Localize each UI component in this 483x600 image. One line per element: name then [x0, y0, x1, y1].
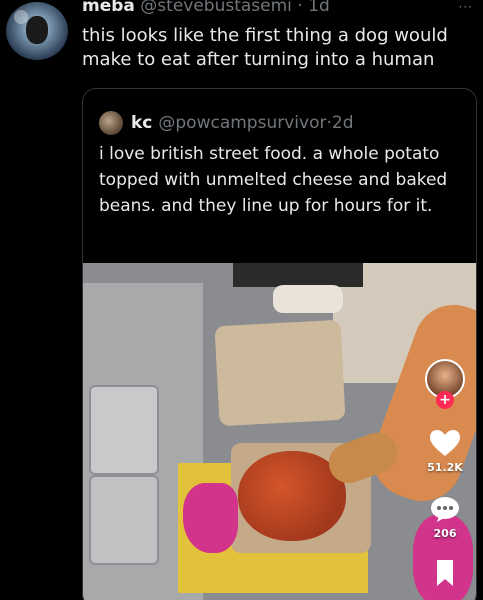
quote-author-handle[interactable]: @powcampsurvivor	[158, 113, 326, 133]
tweet: meba @stevebustasemi · 1d ··· this looks…	[0, 0, 483, 600]
media-shadow	[233, 263, 363, 287]
quote-avatar[interactable]	[99, 111, 123, 135]
tiktok-sidebar: + 51.2K 206	[419, 359, 476, 600]
bookmark-icon[interactable]	[429, 559, 461, 587]
quote-header: kc @powcampsurvivor · 2d	[99, 111, 353, 135]
tweet-text: this looks like the first thing a dog wo…	[82, 25, 448, 70]
timestamp[interactable]: 1d	[308, 0, 330, 16]
media-pink-glove	[183, 483, 238, 553]
avatar[interactable]	[6, 2, 68, 60]
author-name[interactable]: meba	[82, 0, 135, 16]
video-media[interactable]: + 51.2K 206	[83, 263, 476, 600]
separator-dot: ·	[297, 0, 303, 16]
quote-text: i love british street food. a whole pota…	[99, 144, 448, 216]
follow-button[interactable]: +	[436, 391, 454, 409]
quote-author-name[interactable]: kc	[131, 113, 152, 133]
more-options-icon[interactable]: ···	[459, 0, 473, 14]
media-box-lid	[214, 319, 346, 427]
avatar-shine	[14, 10, 28, 24]
heart-icon[interactable]	[429, 429, 461, 457]
media-steel-tray	[89, 475, 159, 565]
comment-count: 206	[433, 527, 457, 540]
quote-tweet[interactable]: kc @powcampsurvivor · 2d i love british …	[82, 88, 477, 600]
comment-icon[interactable]	[429, 495, 461, 523]
media-cups	[273, 285, 343, 313]
author-handle[interactable]: @stevebustasemi	[140, 0, 292, 16]
quote-timestamp[interactable]: 2d	[332, 113, 354, 133]
avatar-figure	[26, 16, 48, 44]
like-count: 51.2K	[427, 461, 463, 474]
media-steel-tray	[89, 385, 159, 475]
tweet-header: meba @stevebustasemi · 1d	[82, 0, 330, 16]
